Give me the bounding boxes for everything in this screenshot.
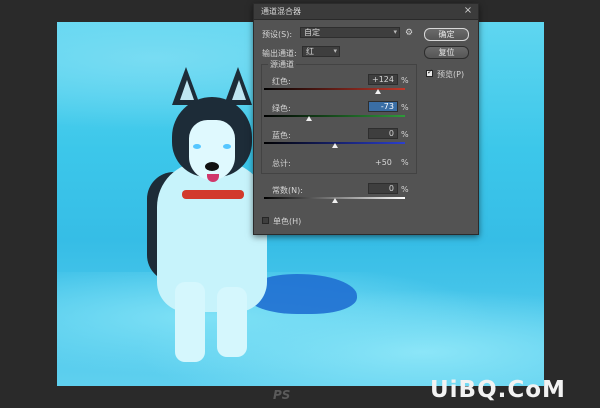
dog-leg (175, 282, 205, 362)
red-channel-unit: % (401, 76, 409, 85)
dialog-title: 通道混合器 (261, 7, 301, 16)
blue-channel-input[interactable]: 0 (368, 128, 398, 139)
monochrome-checkbox[interactable] (262, 217, 269, 224)
dog-face (189, 120, 235, 180)
constant-input[interactable]: 0 (368, 183, 398, 194)
red-channel-input[interactable]: +124 (368, 74, 398, 85)
ps-watermark: PS (273, 388, 291, 402)
dog-nose (205, 162, 219, 171)
channel-mixer-dialog: 通道混合器 × 预设(S): 自定 ▾ ⚙ 输出通道: 红 ▾ 源通道 红色: … (253, 3, 479, 235)
blue-channel-slider[interactable] (331, 143, 338, 148)
dog-ear-inner (180, 80, 194, 100)
total-value: +50 (375, 158, 392, 167)
dog-ear-inner (232, 80, 246, 100)
output-channel-select[interactable]: 红 ▾ (302, 46, 340, 57)
red-channel-label: 红色: (272, 77, 291, 86)
ok-button[interactable]: 确定 (424, 28, 469, 41)
green-channel-track[interactable] (264, 115, 405, 117)
gear-icon[interactable]: ⚙ (405, 28, 413, 38)
chevron-down-icon: ▾ (333, 47, 337, 55)
chevron-down-icon: ▾ (393, 28, 397, 36)
close-icon[interactable]: × (462, 5, 474, 17)
preset-value: 自定 (304, 28, 320, 37)
blue-channel-unit: % (401, 130, 409, 139)
preview-label: 预览(P) (437, 70, 465, 79)
preview-checkbox[interactable] (426, 68, 433, 77)
output-channel-value: 红 (306, 47, 314, 56)
preset-label: 预设(S): (262, 30, 293, 39)
red-channel-track[interactable] (264, 88, 405, 90)
output-channel-label: 输出通道: (262, 49, 297, 58)
constant-slider[interactable] (331, 198, 338, 203)
total-label: 总计: (272, 159, 291, 168)
total-unit: % (401, 158, 409, 167)
monochrome-label: 单色(H) (273, 217, 302, 226)
red-channel-slider[interactable] (375, 89, 382, 94)
blue-channel-label: 蓝色: (272, 131, 291, 140)
green-channel-unit: % (401, 103, 409, 112)
dog-eye (193, 144, 201, 149)
green-channel-slider[interactable] (305, 116, 312, 121)
source-channels-label: 源通道 (268, 59, 296, 70)
constant-label: 常数(N): (272, 186, 303, 195)
dog-collar (182, 190, 244, 199)
site-watermark: UiBQ.CoM (430, 377, 566, 403)
dog-body (157, 162, 267, 312)
green-channel-input[interactable]: -73 (368, 101, 398, 112)
constant-unit: % (401, 185, 409, 194)
dog-leg (217, 287, 247, 357)
reset-button[interactable]: 复位 (424, 46, 469, 59)
green-channel-label: 绿色: (272, 104, 291, 113)
dog-eye (223, 144, 231, 149)
preset-select[interactable]: 自定 ▾ (300, 27, 400, 38)
dialog-titlebar[interactable]: 通道混合器 × (254, 4, 478, 20)
